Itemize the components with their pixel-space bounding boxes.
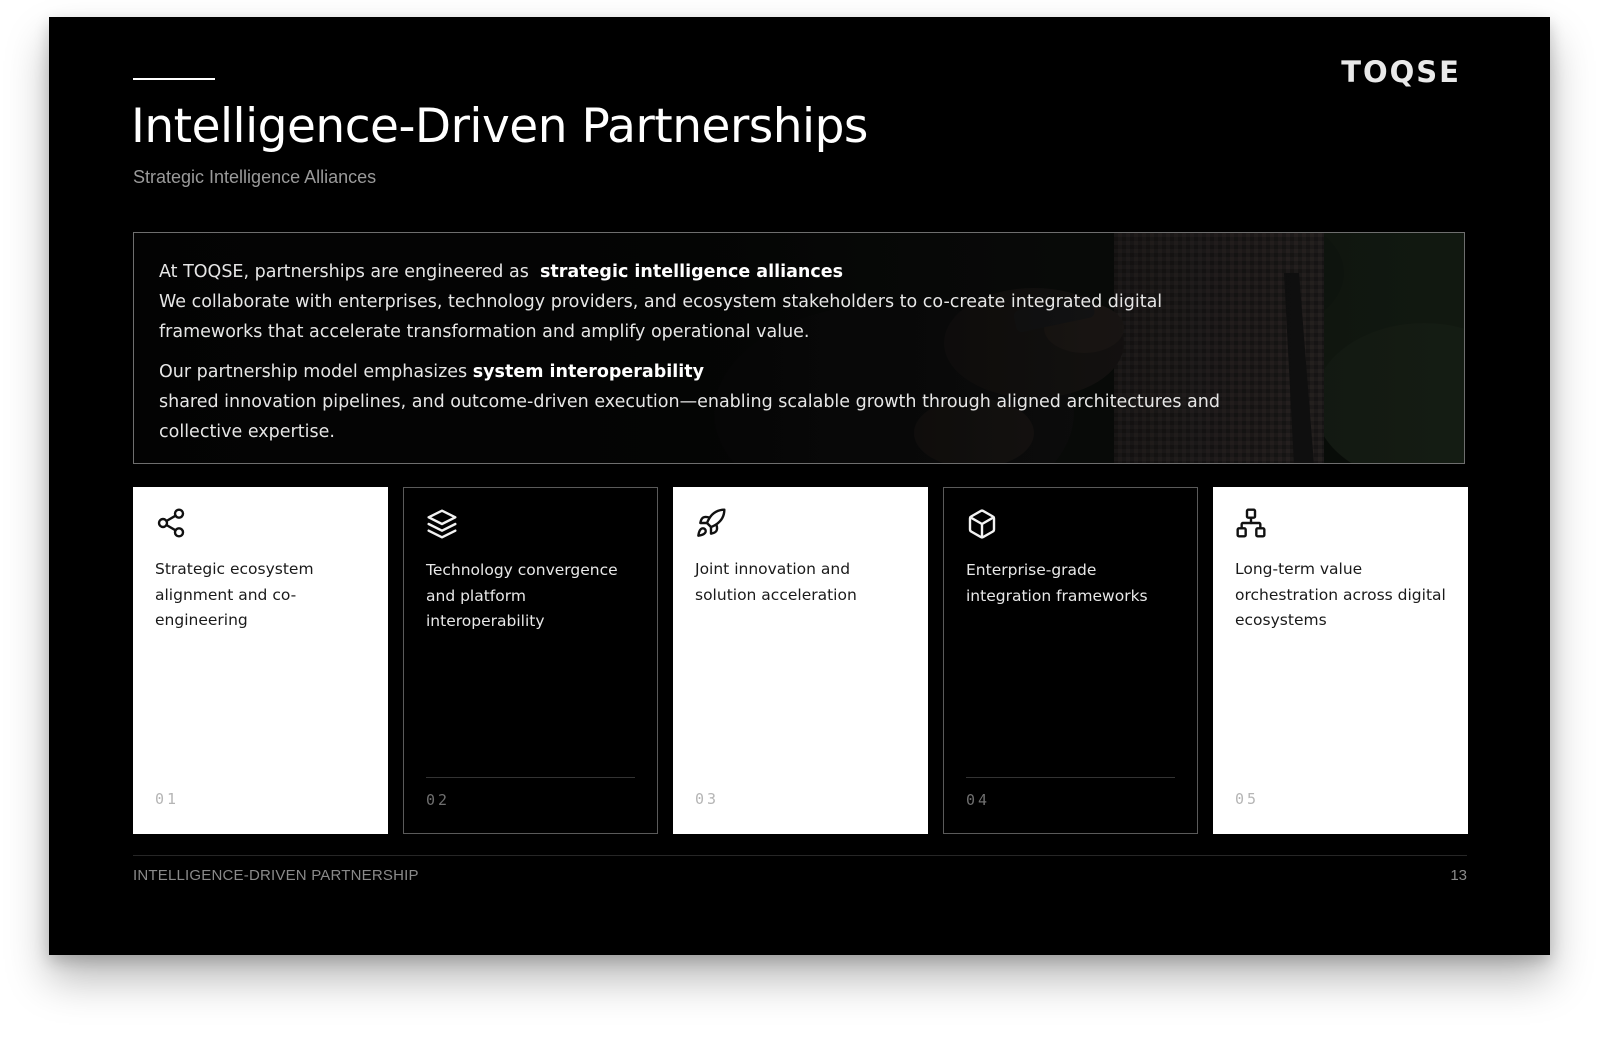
feature-card-label: Enterprise-grade integration frameworks xyxy=(966,561,1148,605)
cube-icon xyxy=(966,508,998,540)
intro-paragraph-1: At TOQSE, partnerships are engineered as… xyxy=(159,257,1249,347)
feature-card-number: 01 xyxy=(155,790,180,808)
feature-card-number: 02 xyxy=(426,791,451,809)
rocket-icon xyxy=(695,507,727,539)
feature-card-3: Joint innovation and solution accelerati… xyxy=(673,487,928,834)
intro-p2-lead: Our partnership model emphasizes xyxy=(159,362,468,382)
share-nodes-icon xyxy=(155,507,187,539)
intro-panel: At TOQSE, partnerships are engineered as… xyxy=(133,232,1465,464)
feature-card-label: Technology convergence and platform inte… xyxy=(426,561,618,630)
footer-divider xyxy=(133,855,1467,856)
slide-title: Intelligence-Driven Partnerships xyxy=(131,99,868,154)
title-accent-line xyxy=(133,78,215,80)
feature-card-label: Strategic ecosystem alignment and co-eng… xyxy=(155,560,314,629)
intro-text: At TOQSE, partnerships are engineered as… xyxy=(159,257,1249,447)
feature-cards: Strategic ecosystem alignment and co-eng… xyxy=(133,487,1468,834)
feature-card-4: Enterprise-grade integration frameworks … xyxy=(943,487,1198,834)
brand-logo: TOQSE xyxy=(1341,55,1461,89)
network-hierarchy-icon xyxy=(1235,507,1267,539)
slide-subtitle: Strategic Intelligence Alliances xyxy=(133,167,377,187)
feature-card-5: Long-term value orchestration across dig… xyxy=(1213,487,1468,834)
feature-card-1: Strategic ecosystem alignment and co-eng… xyxy=(133,487,388,834)
intro-p1-lead: At TOQSE, partnerships are engineered as xyxy=(159,262,529,282)
layers-icon xyxy=(426,508,458,540)
intro-paragraph-2: Our partnership model emphasizes system … xyxy=(159,357,1249,447)
page-number: 13 xyxy=(1450,867,1467,884)
slide: TOQSE Intelligence-Driven Partnerships S… xyxy=(49,17,1550,955)
intro-p2-rest: shared innovation pipelines, and outcome… xyxy=(159,392,1220,442)
feature-card-number: 03 xyxy=(695,790,720,808)
page-canvas: TOQSE Intelligence-Driven Partnerships S… xyxy=(0,0,1600,1037)
intro-p2-highlight: system interoperability xyxy=(472,362,705,382)
footer-section-label: INTELLIGENCE-DRIVEN PARTNERSHIP xyxy=(133,867,419,884)
feature-card-number: 05 xyxy=(1235,790,1260,808)
intro-p1-rest: We collaborate with enterprises, technol… xyxy=(159,292,1163,342)
feature-card-2: Technology convergence and platform inte… xyxy=(403,487,658,834)
feature-card-number: 04 xyxy=(966,791,991,809)
intro-p1-highlight: strategic intelligence alliances xyxy=(539,262,844,282)
feature-card-divider xyxy=(966,777,1175,778)
feature-card-divider xyxy=(426,777,635,778)
feature-card-label: Long-term value orchestration across dig… xyxy=(1235,560,1446,629)
feature-card-label: Joint innovation and solution accelerati… xyxy=(695,560,857,604)
